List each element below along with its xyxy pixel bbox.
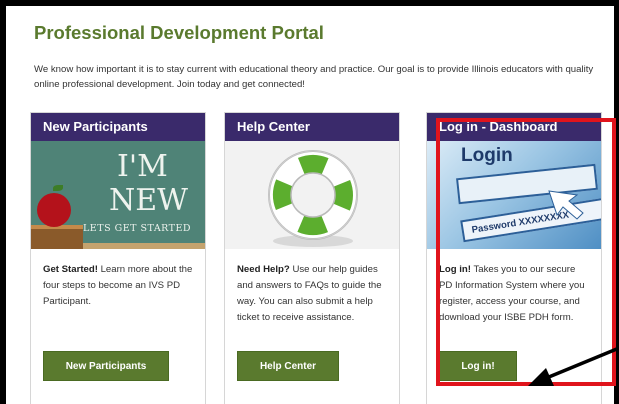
arrow-icon xyxy=(528,346,619,386)
page-frame: Professional Development Portal We know … xyxy=(0,0,619,404)
